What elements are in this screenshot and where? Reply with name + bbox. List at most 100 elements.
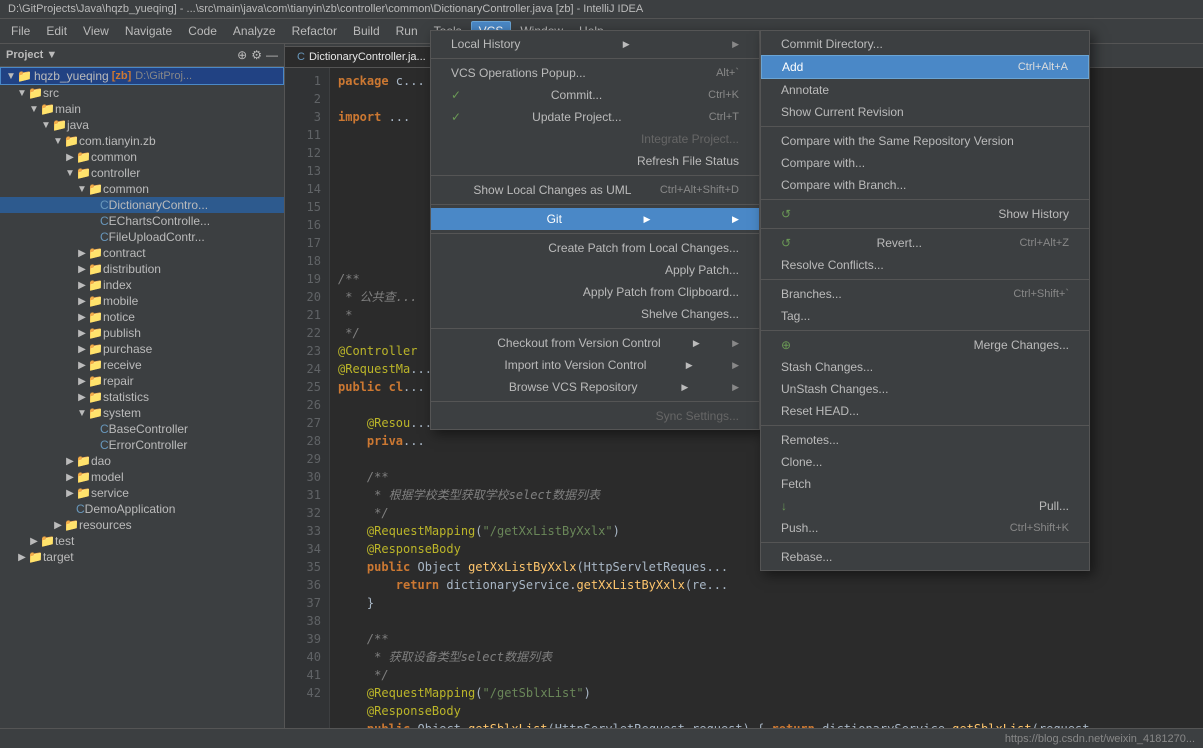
- vcs-update-project[interactable]: ✓ Update Project... Ctrl+T: [431, 106, 759, 128]
- code-line-33: * 获取设备类型select数据列表: [338, 648, 1195, 666]
- sidebar-icon-locate[interactable]: ⊕: [237, 48, 247, 62]
- tree-root[interactable]: ▼ 📁 hqzb_yueqing [zb] D:\GitProj...: [0, 67, 284, 85]
- tree-publish[interactable]: ▶ 📁 publish: [0, 325, 284, 341]
- git-sep-4: [761, 279, 1089, 280]
- git-commit-dir[interactable]: Commit Directory...: [761, 33, 1089, 55]
- vcs-refresh-status[interactable]: Refresh File Status: [431, 150, 759, 172]
- line-num-15: 15: [293, 198, 321, 216]
- menu-analyze[interactable]: Analyze: [226, 22, 283, 40]
- tree-notice[interactable]: ▶ 📁 notice: [0, 309, 284, 325]
- vcs-import-arrow: ▶: [686, 360, 693, 371]
- git-reset-head[interactable]: Reset HEAD...: [761, 400, 1089, 422]
- tree-distribution[interactable]: ▶ 📁 distribution: [0, 261, 284, 277]
- git-pull[interactable]: ↓ Pull...: [761, 495, 1089, 517]
- tree-controller[interactable]: ▼ 📁 controller: [0, 165, 284, 181]
- tree-error-ctrl[interactable]: C ErrorController: [0, 437, 284, 453]
- git-history-icon: ↺: [781, 207, 799, 221]
- tree-java[interactable]: ▼ 📁 java: [0, 117, 284, 133]
- menu-view[interactable]: View: [76, 22, 116, 40]
- git-show-history[interactable]: ↺ Show History: [761, 203, 1089, 225]
- tree-system[interactable]: ▼ 📁 system: [0, 405, 284, 421]
- sidebar-header: Project ▼ ⊕ ⚙ —: [0, 44, 284, 67]
- git-compare-same-repo[interactable]: Compare with the Same Repository Version: [761, 130, 1089, 152]
- git-show-current-rev[interactable]: Show Current Revision: [761, 101, 1089, 123]
- menu-navigate[interactable]: Navigate: [118, 22, 179, 40]
- git-add[interactable]: Add Ctrl+Alt+A: [761, 55, 1089, 79]
- vcs-sep-4: [431, 233, 759, 234]
- git-push[interactable]: Push... Ctrl+Shift+K: [761, 517, 1089, 539]
- folder-icon-test: 📁: [40, 534, 55, 548]
- tree-index[interactable]: ▶ 📁 index: [0, 277, 284, 293]
- git-tag[interactable]: Tag...: [761, 305, 1089, 327]
- tree-controller-common[interactable]: ▼ 📁 common: [0, 181, 284, 197]
- git-submenu[interactable]: Commit Directory... Add Ctrl+Alt+A Annot…: [760, 30, 1090, 571]
- tree-src[interactable]: ▼ 📁 src: [0, 85, 284, 101]
- git-remotes[interactable]: Remotes...: [761, 429, 1089, 451]
- git-clone[interactable]: Clone...: [761, 451, 1089, 473]
- vcs-shelve[interactable]: Shelve Changes...: [431, 303, 759, 325]
- git-branches[interactable]: Branches... Ctrl+Shift+`: [761, 283, 1089, 305]
- menu-edit[interactable]: Edit: [39, 22, 74, 40]
- tree-java-label: java: [67, 118, 89, 132]
- menu-file[interactable]: File: [4, 22, 37, 40]
- tree-arrow-notice: ▶: [76, 312, 88, 323]
- vcs-local-history[interactable]: Local History ▶: [431, 33, 759, 55]
- menu-run[interactable]: Run: [389, 22, 425, 40]
- git-compare-branch[interactable]: Compare with Branch...: [761, 174, 1089, 196]
- vcs-apply-patch-clipboard[interactable]: Apply Patch from Clipboard...: [431, 281, 759, 303]
- tree-resources[interactable]: ▶ 📁 resources: [0, 517, 284, 533]
- git-sep-5: [761, 330, 1089, 331]
- vcs-checkout[interactable]: Checkout from Version Control ▶: [431, 332, 759, 354]
- tree-dao[interactable]: ▶ 📁 dao: [0, 453, 284, 469]
- tree-purchase[interactable]: ▶ 📁 purchase: [0, 341, 284, 357]
- folder-icon-contract: 📁: [88, 246, 103, 260]
- tree-test[interactable]: ▶ 📁 test: [0, 533, 284, 549]
- menu-refactor[interactable]: Refactor: [285, 22, 344, 40]
- git-annotate[interactable]: Annotate: [761, 79, 1089, 101]
- tree-service[interactable]: ▶ 📁 service: [0, 485, 284, 501]
- vcs-import[interactable]: Import into Version Control ▶: [431, 354, 759, 376]
- tree-fileupload-ctrl[interactable]: C FileUploadContr...: [0, 229, 284, 245]
- tree-main[interactable]: ▼ 📁 main: [0, 101, 284, 117]
- vcs-browse[interactable]: Browse VCS Repository ▶: [431, 376, 759, 398]
- tree-receive[interactable]: ▶ 📁 receive: [0, 357, 284, 373]
- tree-model[interactable]: ▶ 📁 model: [0, 469, 284, 485]
- editor-tab-dictionary[interactable]: C DictionaryController.ja... ✕: [285, 46, 452, 67]
- tree-dictionary-ctrl[interactable]: C DictionaryContro...: [0, 197, 284, 213]
- git-rebase[interactable]: Rebase...: [761, 546, 1089, 568]
- sidebar-icon-collapse[interactable]: —: [266, 48, 278, 62]
- vcs-show-local-changes[interactable]: Show Local Changes as UML Ctrl+Alt+Shift…: [431, 179, 759, 201]
- vcs-git[interactable]: Git ▶: [431, 208, 759, 230]
- tree-arrow-common1: ▶: [64, 152, 76, 163]
- line-num-21: 21: [293, 306, 321, 324]
- tree-common1[interactable]: ▶ 📁 common: [0, 149, 284, 165]
- file-icon-error: C: [100, 438, 109, 452]
- tree-statistics[interactable]: ▶ 📁 statistics: [0, 389, 284, 405]
- git-compare-with[interactable]: Compare with...: [761, 152, 1089, 174]
- git-fetch[interactable]: Fetch: [761, 473, 1089, 495]
- tab-file-icon: C: [297, 51, 305, 63]
- git-revert[interactable]: ↺ Revert... Ctrl+Alt+Z: [761, 232, 1089, 254]
- vcs-operations-popup[interactable]: VCS Operations Popup... Alt+`: [431, 62, 759, 84]
- menu-code[interactable]: Code: [181, 22, 224, 40]
- git-unstash[interactable]: UnStash Changes...: [761, 378, 1089, 400]
- git-stash[interactable]: Stash Changes...: [761, 356, 1089, 378]
- sidebar-icon-settings[interactable]: ⚙: [251, 48, 262, 62]
- tree-echarts-ctrl[interactable]: C EChartsControlle...: [0, 213, 284, 229]
- tree-contract[interactable]: ▶ 📁 contract: [0, 245, 284, 261]
- vcs-dropdown-menu[interactable]: Local History ▶ VCS Operations Popup... …: [430, 30, 760, 430]
- tree-package[interactable]: ▼ 📁 com.tianyin.zb: [0, 133, 284, 149]
- vcs-apply-patch[interactable]: Apply Patch...: [431, 259, 759, 281]
- tab-label: DictionaryController.ja...: [309, 51, 426, 63]
- menu-build[interactable]: Build: [346, 22, 387, 40]
- vcs-create-patch[interactable]: Create Patch from Local Changes...: [431, 237, 759, 259]
- git-resolve-conflicts[interactable]: Resolve Conflicts...: [761, 254, 1089, 276]
- tree-base-ctrl[interactable]: C BaseController: [0, 421, 284, 437]
- tree-demo-app[interactable]: C DemoApplication: [0, 501, 284, 517]
- git-merge[interactable]: ⊕ Merge Changes...: [761, 334, 1089, 356]
- tree-mobile[interactable]: ▶ 📁 mobile: [0, 293, 284, 309]
- git-reset-label: Reset HEAD...: [781, 404, 859, 418]
- tree-repair[interactable]: ▶ 📁 repair: [0, 373, 284, 389]
- vcs-commit[interactable]: ✓ Commit... Ctrl+K: [431, 84, 759, 106]
- tree-target[interactable]: ▶ 📁 target: [0, 549, 284, 565]
